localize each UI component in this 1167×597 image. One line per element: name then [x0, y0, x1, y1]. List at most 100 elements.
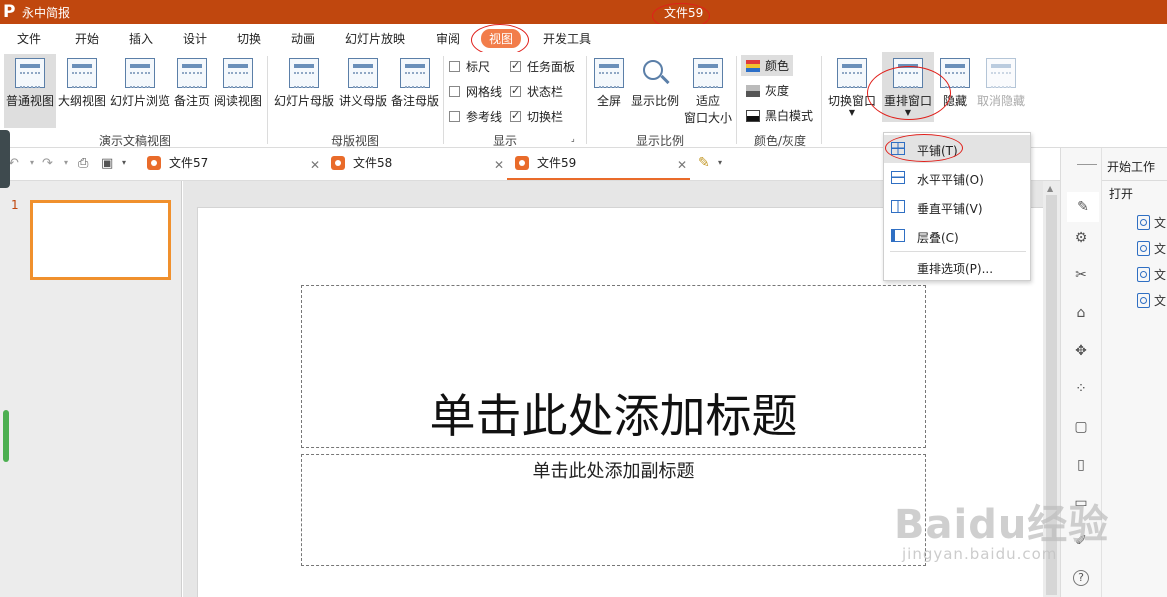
arrange-window-label: 重排窗口	[883, 94, 932, 108]
zoom-button[interactable]: 显示比例	[629, 54, 681, 128]
slide-master-label: 幻灯片母版	[273, 94, 334, 108]
menu-review[interactable]: 审阅	[436, 30, 460, 47]
gridlines-checkbox[interactable]: 网格线	[449, 83, 502, 100]
quick-access-dropdown-icon[interactable]: ▾	[122, 158, 126, 167]
presentation-file-icon	[147, 156, 161, 170]
menu-design[interactable]: 设计	[183, 30, 207, 47]
undo-dropdown-icon[interactable]: ▾	[30, 158, 34, 167]
save-icon[interactable]: ▣	[101, 156, 113, 171]
switch-window-button[interactable]: 切换窗口 ▼	[826, 54, 878, 128]
guides-checkbox[interactable]: 参考线	[449, 108, 502, 125]
close-tab-icon[interactable]: ✕	[310, 158, 320, 172]
menu-home[interactable]: 开始	[75, 30, 99, 47]
unhide-window-button[interactable]: 取消隐藏	[974, 54, 1028, 128]
recent-file-item[interactable]: 文	[1137, 292, 1166, 309]
recent-file-item[interactable]: 文	[1137, 214, 1166, 231]
tab-file57[interactable]: 文件57 ✕	[147, 154, 323, 180]
menu-item-arrange-options[interactable]: 重排选项(P)...	[884, 253, 1030, 281]
menu-bar: 文件 开始 插入 设计 切换 动画 幻灯片放映 审阅 视图 开发工具	[0, 24, 1167, 52]
switch-window-arrow-icon: ▼	[848, 108, 856, 117]
shapes-icon[interactable]: ⁘	[1073, 381, 1089, 397]
menu-animations[interactable]: 动画	[291, 30, 315, 47]
settings-sliders-icon[interactable]: ⚙	[1073, 230, 1089, 246]
slide-master-button[interactable]: 幻灯片母版	[272, 54, 336, 128]
black-white-button[interactable]: 黑白模式	[746, 107, 813, 124]
gridlines-label: 网格线	[466, 85, 503, 99]
pencil-icon[interactable]: ✎	[1067, 192, 1099, 222]
outline-view-button[interactable]: 大纲视图	[57, 54, 107, 128]
animation-icon[interactable]: ✥	[1073, 343, 1089, 359]
normal-view-button[interactable]: 普通视图	[4, 54, 56, 128]
redo-icon[interactable]: ↷	[42, 156, 53, 171]
subtitle-placeholder[interactable]: 单击此处添加副标题	[301, 454, 926, 566]
group-label-presentation-views: 演示文稿视图	[98, 134, 171, 148]
ruler-checkbox[interactable]: 标尺	[449, 58, 490, 75]
title-placeholder[interactable]: 单击此处添加标题	[301, 285, 926, 448]
show-dialog-launcher-icon[interactable]: ⌟	[571, 134, 575, 143]
group-label-zoom: 显示比例	[635, 134, 684, 148]
magnifier-icon	[640, 58, 670, 88]
redo-dropdown-icon[interactable]: ▾	[64, 158, 68, 167]
scroll-up-icon[interactable]: ▲	[1047, 184, 1053, 193]
menu-item-arrange-options-label: 重排选项(P)...	[917, 262, 994, 276]
normal-view-label: 普通视图	[5, 94, 54, 108]
tab-file59[interactable]: 文件59 ✕	[507, 154, 690, 180]
slide-thumbnail[interactable]	[30, 200, 171, 280]
new-document-icon[interactable]: ✎	[698, 155, 710, 171]
menu-item-cascade[interactable]: 层叠(C)	[884, 222, 1030, 250]
close-tab-icon[interactable]: ✕	[494, 158, 504, 172]
grayscale-label: 灰度	[765, 84, 790, 98]
recent-file-item[interactable]: 文	[1137, 240, 1166, 257]
menu-file[interactable]: 文件	[17, 30, 41, 47]
slide-sorter-button[interactable]: 幻灯片浏览	[108, 54, 172, 128]
left-edge-indicator	[3, 410, 9, 462]
menu-item-tile-horizontal[interactable]: 水平平铺(O)	[884, 164, 1030, 192]
notes-master-button[interactable]: 备注母版	[390, 54, 440, 128]
handout-master-button[interactable]: 讲义母版	[337, 54, 389, 128]
menu-developer[interactable]: 开发工具	[543, 30, 591, 47]
print-preview-icon[interactable]: ⎙	[78, 156, 88, 171]
recent-file-icon	[1137, 241, 1150, 256]
reading-view-label: 阅读视图	[213, 94, 262, 108]
recent-file-item[interactable]: 文	[1137, 266, 1166, 283]
fullscreen-button[interactable]: 全屏	[590, 54, 628, 128]
status-bar-checkbox[interactable]: 状态栏	[510, 83, 563, 100]
reading-view-button[interactable]: 阅读视图	[212, 54, 264, 128]
color-button[interactable]: 颜色	[741, 55, 794, 76]
fullscreen-icon	[594, 58, 624, 88]
task-pane-checkbox[interactable]: 任务面板	[510, 58, 575, 75]
reading-view-icon	[223, 58, 253, 88]
menu-slideshow[interactable]: 幻灯片放映	[345, 30, 405, 47]
grayscale-button[interactable]: 灰度	[746, 82, 789, 99]
menu-view[interactable]: 视图	[481, 29, 522, 48]
notes-page-button[interactable]: 备注页	[173, 54, 211, 128]
menu-separator	[890, 251, 1026, 252]
menu-item-tile[interactable]: 平铺(T)	[884, 135, 1030, 163]
task-pane-open-label[interactable]: 打开	[1109, 185, 1133, 202]
recent-file-icon	[1137, 215, 1150, 230]
drag-handle-icon[interactable]	[1077, 164, 1097, 165]
menu-item-tile-label: 平铺(T)	[917, 144, 958, 158]
close-tab-icon[interactable]: ✕	[677, 158, 687, 172]
tab-bar-checkbox[interactable]: 切换栏	[510, 108, 563, 125]
new-document-dropdown-icon[interactable]: ▾	[718, 158, 722, 167]
zoom-label: 显示比例	[630, 94, 679, 108]
clipboard-icon[interactable]: ▯	[1073, 457, 1089, 473]
help-icon[interactable]: ?	[1073, 570, 1089, 586]
tab-file58[interactable]: 文件58 ✕	[331, 154, 507, 180]
ribbon-divider	[736, 56, 737, 144]
fit-window-icon	[693, 58, 723, 88]
hide-window-button[interactable]: 隐藏	[938, 54, 972, 128]
fit-window-button[interactable]: 适应 窗口大小	[682, 54, 734, 128]
image-icon[interactable]: ▢	[1073, 419, 1089, 435]
group-label-master-views: 母版视图	[330, 134, 379, 148]
menu-item-tile-vertical[interactable]: 垂直平铺(V)	[884, 193, 1030, 221]
tools-icon[interactable]: ✂	[1073, 267, 1089, 283]
arrange-window-button[interactable]: 重排窗口 ▼	[882, 52, 934, 122]
ribbon-divider	[443, 56, 444, 144]
menu-transitions[interactable]: 切换	[237, 30, 261, 47]
menu-insert[interactable]: 插入	[129, 30, 153, 47]
group-label-color: 颜色/灰度	[753, 134, 807, 148]
brush-icon[interactable]: ⌂	[1073, 305, 1089, 321]
baidu-watermark: Baidu经验	[894, 502, 1110, 548]
